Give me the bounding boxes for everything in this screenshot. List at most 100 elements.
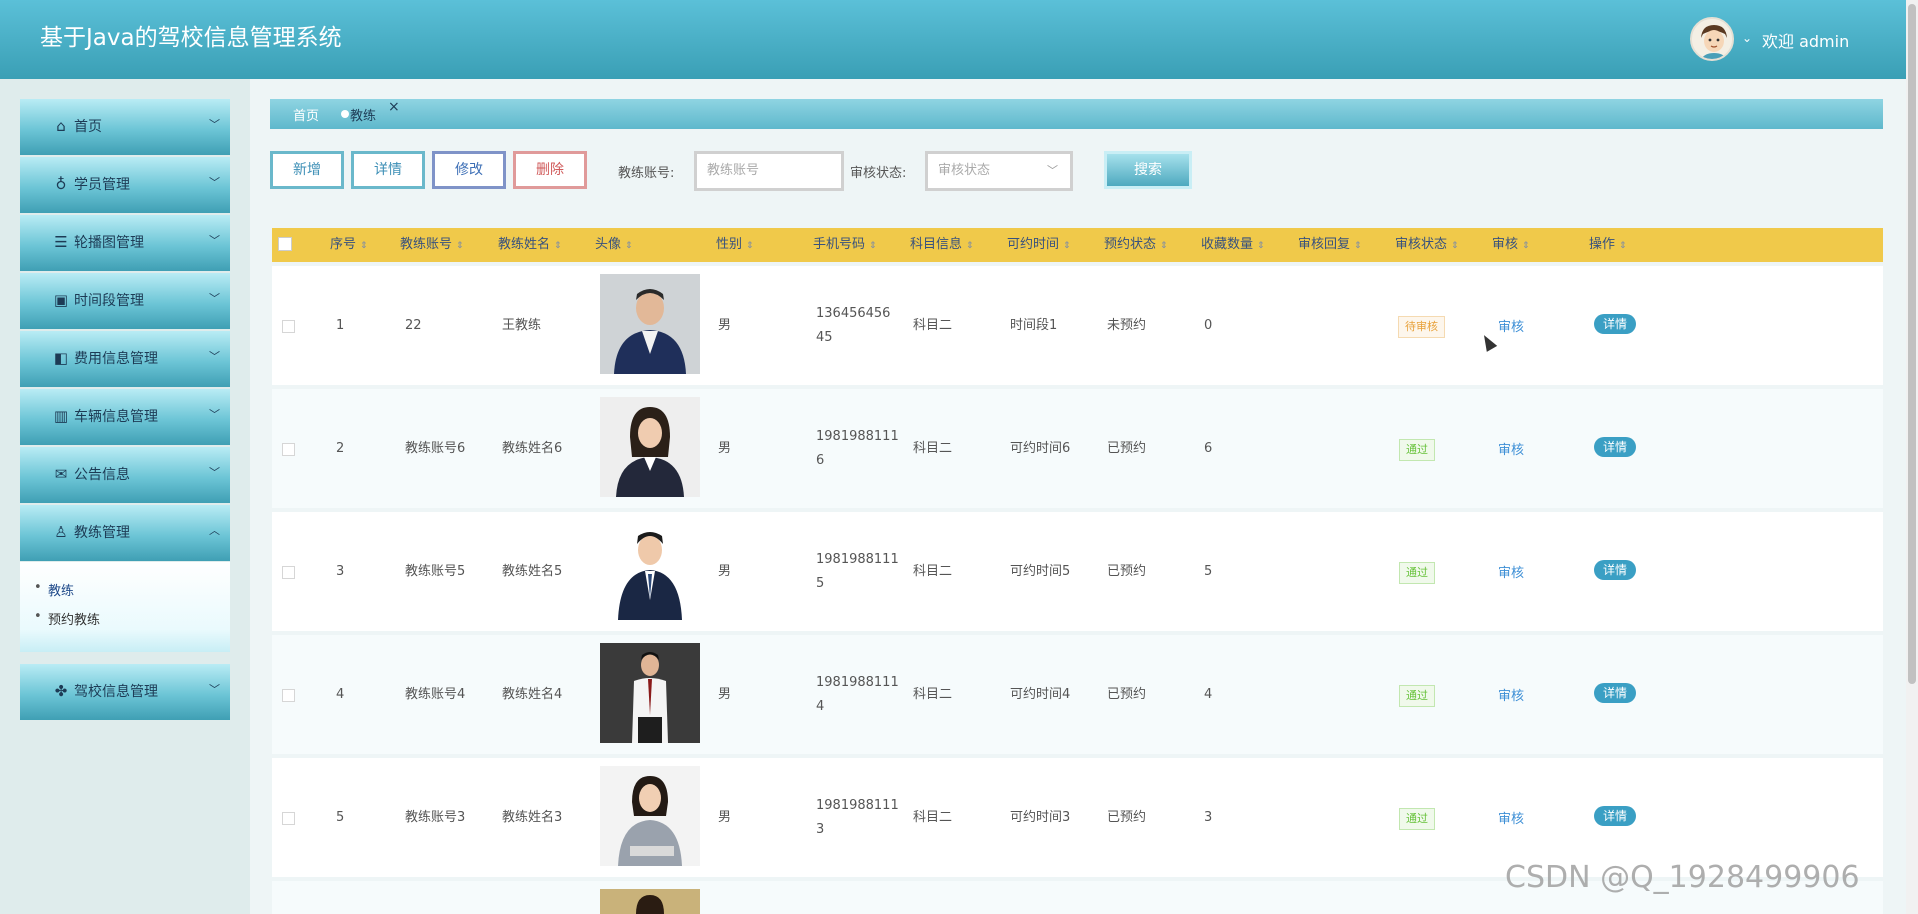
page-scrollbar[interactable] — [1906, 0, 1918, 914]
column-header[interactable]: 操作 ⇕ — [1589, 237, 1627, 254]
close-icon[interactable]: × — [388, 99, 400, 115]
cell-subject: 科目二 — [913, 810, 953, 825]
top-header: 基于Java的驾校信息管理系统 ⌄ 欢迎 admin — [0, 0, 1918, 79]
sort-icon: ⇕ — [1257, 241, 1265, 251]
audit-link[interactable]: 审核 — [1498, 808, 1524, 832]
column-header[interactable]: 教练姓名 ⇕ — [498, 237, 562, 254]
column-header[interactable]: 审核回复 ⇕ — [1298, 237, 1362, 254]
row-checkbox[interactable] — [282, 812, 295, 825]
user-icon: ♙ — [54, 523, 68, 541]
breadcrumb-current[interactable]: 教练 — [350, 105, 376, 124]
delete-button[interactable]: 删除 — [513, 151, 587, 189]
select-all-checkbox[interactable] — [278, 237, 292, 251]
sort-icon: ⇕ — [1522, 241, 1530, 251]
column-header[interactable]: 审核状态 ⇕ — [1395, 237, 1459, 254]
cell-gender: 男 — [718, 318, 732, 333]
table-row[interactable]: 4 教练账号4 教练姓名4 男 1981988111 4 科目二 可约时间4 已… — [272, 635, 1883, 754]
sidebar-item-home[interactable]: ⌂ 首页 ﹀ — [20, 99, 230, 155]
welcome-text[interactable]: 欢迎 admin — [1762, 28, 1849, 52]
column-header[interactable]: 教练账号 ⇕ — [400, 237, 464, 254]
coach-photo[interactable] — [600, 766, 700, 866]
sidebar-item-timeslots[interactable]: ▣ 时间段管理 ﹀ — [20, 273, 230, 329]
table-row[interactable]: 2 教练账号6 教练姓名6 男 1981988111 6 科目二 可约时间6 已… — [272, 389, 1883, 508]
row-detail-button[interactable]: 详情 — [1594, 437, 1636, 457]
cell-phone-cont: 45 — [816, 330, 833, 345]
row-checkbox[interactable] — [282, 566, 295, 579]
sidebar-item-carousel[interactable]: ☰ 轮播图管理 ﹀ — [20, 215, 230, 271]
bullet-icon: • — [34, 580, 42, 595]
submenu-item-coach[interactable]: • 教练 — [34, 580, 74, 599]
sidebar-item-students[interactable]: ♁ 学员管理 ﹀ — [20, 157, 230, 213]
sidebar-item-label: 车辆信息管理 — [74, 409, 158, 425]
cell-account: 教练账号3 — [405, 810, 466, 825]
search-button[interactable]: 搜索 — [1104, 151, 1192, 189]
audit-link[interactable]: 审核 — [1498, 316, 1524, 340]
coach-photo[interactable] — [600, 397, 700, 497]
column-header[interactable]: 收藏数量 ⇕ — [1201, 237, 1265, 254]
coach-photo[interactable] — [600, 274, 700, 374]
status-select[interactable]: 审核状态 ﹀ — [925, 151, 1073, 191]
status-badge: 通过 — [1399, 808, 1435, 830]
chevron-down-icon: ﹀ — [209, 292, 220, 305]
column-header[interactable]: 科目信息 ⇕ — [910, 237, 974, 254]
audit-link[interactable]: 审核 — [1498, 439, 1524, 463]
column-header[interactable]: 可约时间 ⇕ — [1007, 237, 1071, 254]
sort-icon: ⇕ — [1619, 241, 1627, 251]
row-detail-button[interactable]: 详情 — [1594, 806, 1636, 826]
edit-button[interactable]: 修改 — [432, 151, 506, 189]
cell-time: 时间段1 — [1010, 318, 1058, 333]
row-checkbox[interactable] — [282, 443, 295, 456]
sidebar-item-school[interactable]: ✤ 驾校信息管理 ﹀ — [20, 664, 230, 720]
chevron-down-icon[interactable]: ⌄ — [1742, 31, 1752, 45]
chevron-down-icon: ﹀ — [209, 408, 220, 421]
cell-booking-status: 已预约 — [1107, 441, 1147, 456]
cell-phone: 136456456 — [816, 306, 891, 321]
column-header[interactable]: 性别 ⇕ — [716, 237, 754, 254]
table-row[interactable]: 1 22 王教练 男 136456456 45 科目二 时间段1 未预约 0 待… — [272, 266, 1883, 385]
coach-photo[interactable] — [600, 643, 700, 743]
row-detail-button[interactable]: 详情 — [1594, 683, 1636, 703]
cell-favorites: 4 — [1204, 687, 1213, 702]
cell-time: 可约时间5 — [1010, 564, 1071, 579]
sidebar-item-label: 教练管理 — [74, 525, 130, 541]
coach-photo[interactable] — [600, 889, 700, 914]
sort-icon: ⇕ — [1451, 241, 1459, 251]
submenu-item-booking[interactable]: • 预约教练 — [34, 609, 100, 628]
cell-subject: 科目二 — [913, 318, 953, 333]
cell-name: 教练姓名4 — [502, 687, 563, 702]
sidebar-item-fees[interactable]: ◧ 费用信息管理 ﹀ — [20, 331, 230, 387]
app-title: 基于Java的驾校信息管理系统 — [40, 25, 342, 51]
sort-icon: ⇕ — [554, 241, 562, 251]
sidebar-item-coaches[interactable]: ♙ 教练管理 ︿ — [20, 505, 230, 561]
sort-icon: ⇕ — [1160, 241, 1168, 251]
row-detail-button[interactable]: 详情 — [1594, 314, 1636, 334]
bullet-icon: • — [34, 609, 42, 624]
breadcrumb-home[interactable]: 首页 — [293, 105, 319, 124]
cell-favorites: 0 — [1204, 318, 1213, 333]
account-search-input[interactable]: 教练账号 — [694, 151, 844, 191]
audit-link[interactable]: 审核 — [1498, 562, 1524, 586]
cell-account: 教练账号4 — [405, 687, 466, 702]
chevron-down-icon: ﹀ — [209, 466, 220, 479]
user-avatar[interactable] — [1690, 17, 1734, 61]
add-button[interactable]: 新增 — [270, 151, 344, 189]
column-header[interactable]: 头像 ⇕ — [595, 237, 633, 254]
table-row[interactable]: 3 教练账号5 教练姓名5 男 1981988111 5 科目二 可约时间5 已… — [272, 512, 1883, 631]
row-checkbox[interactable] — [282, 689, 295, 702]
cell-name: 教练姓名3 — [502, 810, 563, 825]
cell-gender: 男 — [718, 687, 732, 702]
column-header[interactable]: 审核 ⇕ — [1492, 237, 1530, 254]
row-detail-button[interactable]: 详情 — [1594, 560, 1636, 580]
row-checkbox[interactable] — [282, 320, 295, 333]
chevron-down-icon: ﹀ — [1047, 164, 1058, 177]
cell-no: 5 — [336, 810, 345, 825]
audit-link[interactable]: 审核 — [1498, 685, 1524, 709]
scrollbar-thumb[interactable] — [1908, 4, 1916, 684]
detail-button[interactable]: 详情 — [351, 151, 425, 189]
column-header[interactable]: 预约状态 ⇕ — [1104, 237, 1168, 254]
column-header[interactable]: 手机号码 ⇕ — [813, 237, 877, 254]
coach-photo[interactable] — [600, 520, 700, 620]
column-header[interactable]: 序号 ⇕ — [330, 237, 368, 254]
sidebar-item-notices[interactable]: ✉ 公告信息 ﹀ — [20, 447, 230, 503]
sidebar-item-vehicles[interactable]: ▥ 车辆信息管理 ﹀ — [20, 389, 230, 445]
